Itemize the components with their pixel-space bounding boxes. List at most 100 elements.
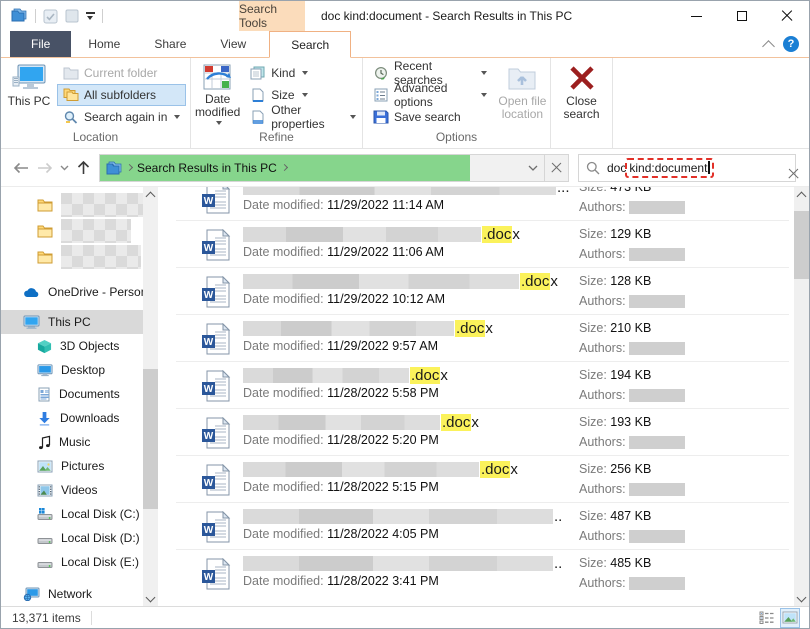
tab-search[interactable]: Search bbox=[269, 31, 351, 58]
pinned-folder-item[interactable] bbox=[1, 218, 161, 244]
scroll-up-icon[interactable] bbox=[143, 187, 158, 202]
pinned-folder-item[interactable] bbox=[1, 192, 161, 218]
recent-locations-chevron-icon[interactable] bbox=[57, 156, 71, 180]
file-name: .docx bbox=[243, 459, 518, 479]
file-name: .docx bbox=[243, 412, 479, 432]
address-dropdown-chevron-icon[interactable] bbox=[522, 155, 544, 181]
up-button[interactable] bbox=[71, 156, 95, 180]
close-search-button[interactable]: Close search bbox=[554, 61, 610, 121]
sidebar-item-music[interactable]: Music bbox=[1, 430, 146, 454]
breadcrumb-root[interactable]: Search Results in This PC bbox=[137, 161, 277, 175]
group-label-refine: Refine bbox=[191, 128, 362, 148]
search-query-highlighted[interactable]: kind:document bbox=[629, 161, 707, 175]
svg-text:W: W bbox=[204, 337, 214, 348]
sidebar-item-this-pc[interactable]: This PC bbox=[1, 310, 146, 334]
this-pc-button[interactable]: This PC bbox=[1, 61, 57, 108]
main-scrollbar-thumb[interactable] bbox=[794, 211, 809, 279]
file-row[interactable]: W .. Date modified: 11/28/2022 3:41 PM S… bbox=[176, 550, 789, 593]
sidebar-scrollbar[interactable] bbox=[143, 187, 158, 606]
main-scrollbar[interactable] bbox=[794, 187, 809, 606]
search-box[interactable]: doc kind:document bbox=[578, 154, 796, 182]
sidebar-item-documents[interactable]: Documents bbox=[1, 382, 146, 406]
address-bar[interactable]: Search Results in This PC bbox=[99, 154, 569, 182]
search-again-in-button[interactable]: Search again in bbox=[57, 106, 186, 128]
sidebar-scrollbar-thumb[interactable] bbox=[143, 369, 158, 509]
file-row[interactable]: W .docx Date modified: 11/28/2022 5:20 P… bbox=[176, 409, 789, 456]
file-name: .docx bbox=[243, 224, 520, 244]
file-row[interactable]: W .docx Date modified: 11/28/2022 5:15 P… bbox=[176, 456, 789, 503]
pinned-folder-item[interactable] bbox=[1, 244, 161, 270]
help-icon[interactable]: ? bbox=[783, 36, 799, 52]
svg-text:W: W bbox=[204, 572, 214, 583]
date-modified-button[interactable]: Date modified bbox=[191, 61, 244, 125]
search-results-pane: W ... Date modified: 11/29/2022 11:14 AM… bbox=[161, 187, 809, 606]
scroll-down-icon[interactable] bbox=[794, 591, 809, 606]
file-extension: .docx bbox=[482, 226, 520, 243]
search-match-highlight: .doc bbox=[455, 320, 485, 337]
sidebar-item-desktop[interactable]: Desktop bbox=[1, 358, 146, 382]
sidebar-item-local-disk-c[interactable]: Local Disk (C:) bbox=[1, 502, 146, 526]
all-subfolders-button[interactable]: All subfolders bbox=[57, 84, 186, 106]
sidebar-item-videos[interactable]: Videos bbox=[1, 478, 146, 502]
dropdown-caret-icon bbox=[216, 121, 222, 125]
ribbon-group-refine: Date modified Kind bbox=[191, 58, 363, 148]
redacted-file-name bbox=[243, 227, 481, 242]
dropdown-caret-icon bbox=[302, 93, 308, 97]
new-folder-icon[interactable] bbox=[65, 9, 79, 23]
kind-button[interactable]: Kind bbox=[244, 62, 362, 84]
word-document-icon: W bbox=[201, 417, 231, 449]
customize-toolbar-chevron-icon[interactable] bbox=[86, 12, 95, 20]
file-row[interactable]: W .docx Date modified: 11/29/2022 10:12 … bbox=[176, 268, 789, 315]
tab-home[interactable]: Home bbox=[71, 31, 137, 57]
search-query-prefix[interactable]: doc bbox=[607, 161, 626, 175]
scroll-up-icon[interactable] bbox=[794, 187, 809, 202]
file-authors: Authors: bbox=[579, 200, 685, 214]
search-again-icon bbox=[63, 110, 79, 124]
file-row[interactable]: W .. Date modified: 11/28/2022 4:05 PM S… bbox=[176, 503, 789, 550]
spacer bbox=[1, 574, 161, 582]
date-modified: Date modified: 11/28/2022 5:58 PM bbox=[243, 386, 439, 400]
other-properties-button[interactable]: Other properties bbox=[244, 106, 362, 128]
minimize-button[interactable] bbox=[674, 1, 719, 31]
collapse-ribbon-icon[interactable] bbox=[762, 40, 775, 53]
sidebar-item-local-disk-d[interactable]: Local Disk (D:) bbox=[1, 526, 146, 550]
file-row[interactable]: W .docx Date modified: 11/28/2022 5:58 P… bbox=[176, 362, 789, 409]
file-row[interactable]: W ... Date modified: 11/29/2022 11:14 AM… bbox=[176, 187, 789, 221]
file-row[interactable]: W .docx Date modified: 11/29/2022 11:06 … bbox=[176, 221, 789, 268]
tab-view[interactable]: View bbox=[203, 31, 263, 57]
search-match-highlight: .doc bbox=[441, 414, 471, 431]
maximize-button[interactable] bbox=[719, 1, 764, 31]
back-button[interactable] bbox=[9, 156, 33, 180]
sidebar-item-local-disk-e[interactable]: Local Disk (E:) bbox=[1, 550, 146, 574]
sidebar-item-downloads[interactable]: Downloads bbox=[1, 406, 146, 430]
breadcrumb-chevron-icon[interactable] bbox=[126, 164, 133, 171]
contextual-tab-search-tools[interactable]: Search Tools bbox=[239, 1, 305, 31]
save-search-button[interactable]: Save search bbox=[367, 106, 493, 128]
sidebar-item-3d-objects[interactable]: 3D Objects bbox=[1, 334, 146, 358]
tab-file[interactable]: File bbox=[10, 31, 71, 57]
breadcrumb[interactable]: Search Results in This PC bbox=[100, 155, 522, 181]
advanced-options-button[interactable]: Advanced options bbox=[367, 84, 493, 106]
stop-refresh-button[interactable] bbox=[544, 155, 568, 181]
redacted-authors bbox=[629, 530, 685, 543]
details-view-icon[interactable] bbox=[757, 609, 775, 627]
redacted-authors bbox=[629, 201, 685, 214]
file-row[interactable]: W .docx Date modified: 11/29/2022 9:57 A… bbox=[176, 315, 789, 362]
file-size: Size: 485 KB bbox=[579, 556, 651, 570]
sidebar-item-network[interactable]: Network bbox=[1, 582, 146, 606]
group-label-options: Options bbox=[363, 128, 550, 148]
properties-icon[interactable] bbox=[43, 9, 58, 24]
tab-share[interactable]: Share bbox=[137, 31, 203, 57]
sidebar-item-pictures[interactable]: Pictures bbox=[1, 454, 146, 478]
scroll-down-icon[interactable] bbox=[143, 591, 158, 606]
thumbnail-view-icon[interactable] bbox=[781, 609, 799, 627]
items-count: 13,371 items bbox=[1, 611, 91, 625]
redacted-authors bbox=[629, 342, 685, 355]
close-button[interactable] bbox=[764, 1, 809, 31]
file-size: Size: 193 KB bbox=[579, 415, 651, 429]
sidebar-item-onedrive[interactable]: OneDrive - Person bbox=[1, 280, 146, 304]
dropdown-caret-icon bbox=[481, 71, 487, 75]
breadcrumb-chevron-icon[interactable] bbox=[281, 164, 288, 171]
redacted-authors bbox=[629, 248, 685, 261]
svg-text:W: W bbox=[204, 243, 214, 254]
